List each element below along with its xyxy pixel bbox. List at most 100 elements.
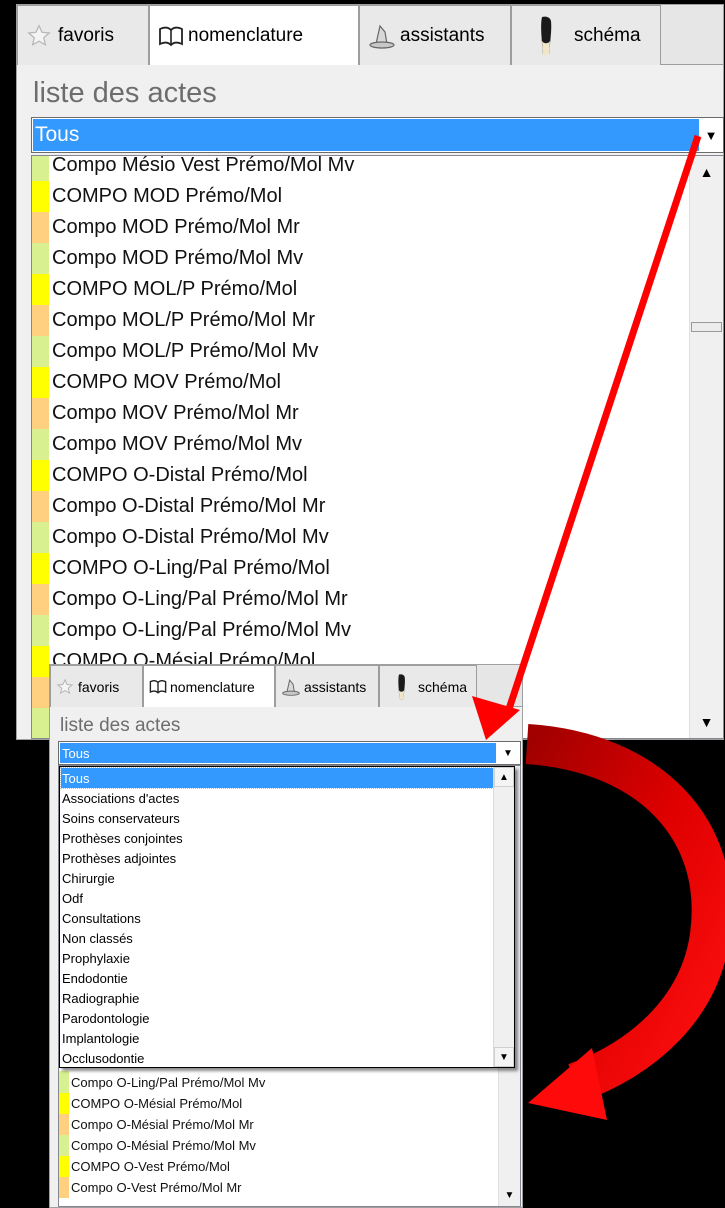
category-select-value: Tous	[60, 743, 496, 763]
list-item[interactable]: COMPO O-Vest Prémo/Mol	[59, 1155, 489, 1177]
dropdown-option[interactable]: Chirurgie	[61, 868, 493, 888]
category-dropdown[interactable]: Occlusodontie Implantologie Parodontologie…	[59, 766, 515, 1068]
acts-list[interactable]: CCCCCOMPO O-Mésial Prémo/MolCompo O-Ling…	[31, 155, 724, 739]
tab-label: assistants	[400, 24, 485, 46]
scroll-up-icon[interactable]: ▲	[494, 767, 514, 787]
category-color-strip	[32, 615, 49, 646]
category-color-strip	[59, 1071, 69, 1093]
dropdown-option[interactable]: Prothèses adjointes	[61, 848, 493, 868]
category-color-strip	[59, 1155, 69, 1177]
tab-bar: favoris nomenclature assistants schéma	[17, 5, 723, 65]
dropdown-scrollbar[interactable]: ▲ ▼	[493, 767, 514, 1067]
tab-favoris[interactable]: favoris	[50, 665, 143, 707]
list-item-label: Compo MOV Prémo/Mol Mv	[52, 433, 303, 455]
list-item-label: COMPO MOL/P Prémo/Mol	[52, 278, 298, 300]
tab-label: nomenclature	[188, 24, 304, 46]
section-title: liste des actes	[60, 715, 181, 736]
list-item[interactable]: Compo O-Distal Prémo/Mol Mv	[32, 522, 692, 553]
tab-assistants[interactable]: assistants	[359, 5, 511, 65]
dropdown-option[interactable]: Associations d'actes	[61, 788, 493, 808]
dropdown-option[interactable]: Radiographie	[61, 988, 493, 1008]
tab-label: favoris	[58, 24, 114, 46]
scroll-down-icon[interactable]: ▼	[494, 1047, 514, 1067]
list-item[interactable]: Compo O-Mésial Prémo/Mol Mv	[59, 1134, 489, 1156]
list-item[interactable]: Compo O-Ling/Pal Prémo/Mol Mv	[32, 615, 692, 646]
category-color-strip	[32, 274, 49, 305]
dropdown-option[interactable]: Non classés	[61, 928, 493, 948]
category-color-strip	[59, 1092, 69, 1114]
category-color-strip	[32, 677, 49, 708]
scroll-thumb[interactable]	[691, 322, 722, 332]
scroll-down-icon[interactable]: ▼	[690, 706, 723, 738]
scroll-up-icon[interactable]: ▲	[690, 156, 723, 188]
category-color-strip	[32, 181, 49, 212]
list-item[interactable]: Compo O-Ling/Pal Prémo/Mol Mr	[32, 584, 692, 615]
vertical-scrollbar[interactable]: ▲ ▼	[689, 156, 723, 738]
tab-schema[interactable]: schéma	[511, 5, 661, 65]
category-color-strip	[32, 398, 49, 429]
list-item[interactable]: Compo MOV Prémo/Mol Mr	[32, 398, 692, 429]
list-item-label: COMPO O-Distal Prémo/Mol	[52, 464, 308, 486]
category-color-strip	[32, 491, 49, 522]
category-color-strip	[59, 1176, 69, 1198]
category-color-strip	[32, 156, 49, 181]
tab-nomenclature[interactable]: nomenclature	[143, 665, 275, 707]
tab-label: assistants	[304, 678, 367, 695]
list-item[interactable]: Compo Mésio Vest Prémo/Mol Mv	[32, 155, 692, 181]
list-item[interactable]: COMPO O-Distal Prémo/Mol	[32, 460, 692, 491]
tab-favoris[interactable]: favoris	[17, 5, 149, 65]
list-item-label: Compo MOV Prémo/Mol Mr	[52, 402, 299, 424]
category-color-strip	[32, 212, 49, 243]
dropdown-option[interactable]: Odf	[61, 888, 493, 908]
list-item[interactable]: COMPO MOV Prémo/Mol	[32, 367, 692, 398]
list-item-label: Compo O-Ling/Pal Prémo/Mol Mv	[52, 619, 351, 641]
tab-label: nomenclature	[170, 678, 255, 695]
chevron-down-icon[interactable]: ▼	[496, 742, 520, 764]
dropdown-option[interactable]: Soins conservateurs	[61, 808, 493, 828]
list-item-label: Compo O-Ling/Pal Prémo/Mol Mr	[52, 588, 348, 610]
list-item-label: Compo O-Mésial Prémo/Mol Mv	[71, 1137, 256, 1153]
list-item[interactable]: COMPO O-Mésial Prémo/Mol	[59, 1092, 489, 1114]
tab-assistants[interactable]: assistants	[275, 665, 379, 707]
book-icon	[149, 678, 167, 695]
chevron-down-icon[interactable]: ▼	[699, 118, 723, 152]
list-item[interactable]: Compo O-Ling/Pal Prémo/Mol Mv	[59, 1071, 489, 1093]
dropdown-option[interactable]: Prophylaxie	[61, 948, 493, 968]
tab-label: favoris	[78, 678, 120, 695]
list-item-label: COMPO MOD Prémo/Mol	[52, 185, 283, 207]
list-item[interactable]: Compo O-Mésial Prémo/Mol Mr	[59, 1113, 489, 1135]
list-item-label: Compo MOL/P Prémo/Mol Mr	[52, 309, 316, 331]
list-item-label: COMPO O-Mésial Prémo/Mol	[71, 1095, 243, 1111]
tab-nomenclature[interactable]: nomenclature	[149, 5, 359, 65]
dropdown-option[interactable]: Prothèses conjointes	[61, 828, 493, 848]
dropdown-option[interactable]: Parodontologie	[61, 1008, 493, 1028]
tab-schema[interactable]: schéma	[379, 665, 477, 707]
tab-label: schéma	[418, 678, 468, 695]
list-item[interactable]: COMPO O-Ling/Pal Prémo/Mol	[32, 553, 692, 584]
list-item[interactable]: Compo MOD Prémo/Mol Mr	[32, 212, 692, 243]
list-item[interactable]: Compo MOV Prémo/Mol Mv	[32, 429, 692, 460]
dropdown-option[interactable]: Tous	[60, 767, 494, 789]
list-item[interactable]: COMPO MOD Prémo/Mol	[32, 181, 692, 212]
dropdown-option[interactable]: Occlusodontie	[61, 1048, 493, 1068]
category-select-value: Tous	[33, 119, 699, 151]
list-item[interactable]: Compo MOL/P Prémo/Mol Mv	[32, 336, 692, 367]
list-item[interactable]: Compo O-Distal Prémo/Mol Mr	[32, 491, 692, 522]
list-item[interactable]: Compo O-Vest Prémo/Mol Mr	[59, 1176, 489, 1198]
section-title: liste des actes	[33, 77, 217, 109]
list-item-label: Compo O-Vest Prémo/Mol Mr	[71, 1179, 242, 1195]
list-item[interactable]: COMPO MOL/P Prémo/Mol	[32, 274, 692, 305]
dropdown-option[interactable]: Implantologie	[61, 1028, 493, 1048]
category-select[interactable]: Tous ▼	[58, 741, 521, 765]
list-item[interactable]: Compo MOL/P Prémo/Mol Mr	[32, 305, 692, 336]
list-item-label: Compo Mésio Vest Prémo/Mol Mv	[52, 155, 355, 176]
scroll-down-icon[interactable]: ▼	[499, 1184, 520, 1206]
category-color-strip	[32, 243, 49, 274]
dropdown-option[interactable]: Endodontie	[61, 968, 493, 988]
category-color-strip	[32, 336, 49, 367]
dropdown-option[interactable]: Consultations	[61, 908, 493, 928]
category-select[interactable]: Tous ▼	[31, 117, 724, 153]
list-item[interactable]: Compo MOD Prémo/Mol Mv	[32, 243, 692, 274]
list-item-label: Compo O-Distal Prémo/Mol Mv	[52, 526, 329, 548]
list-item-label: Compo O-Ling/Pal Prémo/Mol Mv	[71, 1074, 266, 1090]
